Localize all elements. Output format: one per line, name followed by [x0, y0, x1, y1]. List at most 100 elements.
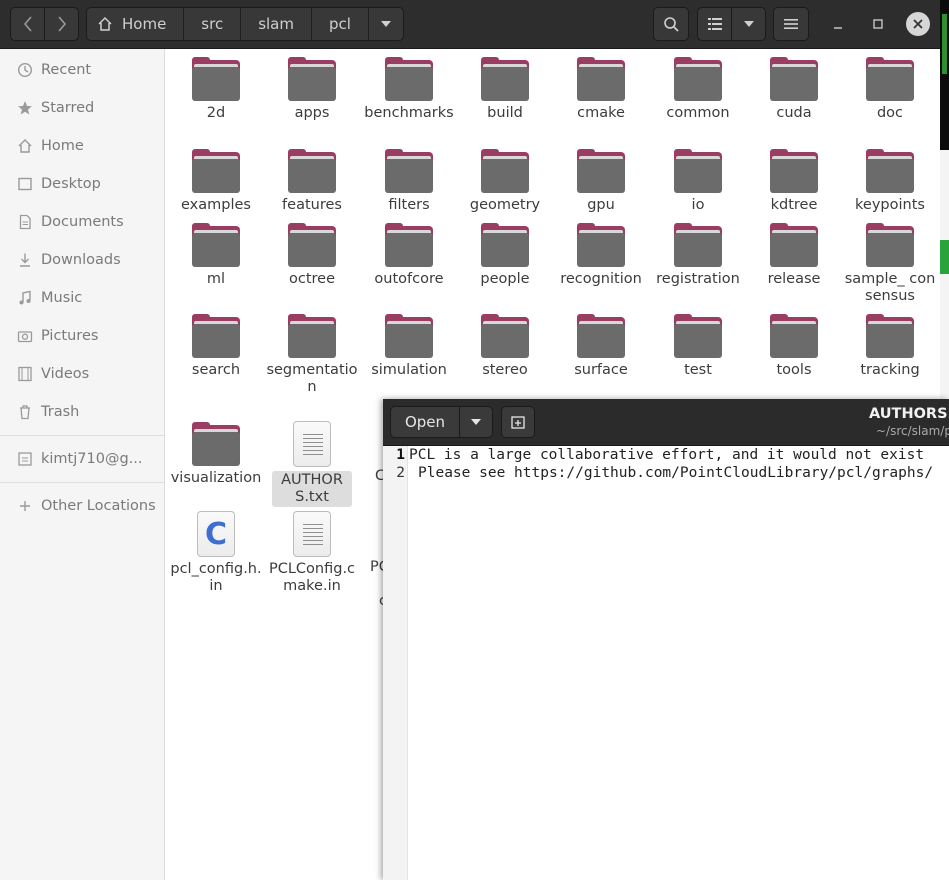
folder-item[interactable]: segmentation [266, 314, 358, 396]
folder-item[interactable]: outofcore [364, 223, 454, 288]
folder-item[interactable]: filters [364, 149, 454, 214]
sidebar-item-other-locations[interactable]: Other Locations [0, 487, 164, 525]
folder-item[interactable]: doc [845, 57, 935, 122]
folder-item[interactable]: common [653, 57, 743, 122]
breadcrumb-pcl[interactable]: pcl [312, 8, 369, 40]
folder-icon [577, 223, 625, 267]
folder-item[interactable]: keypoints [845, 149, 935, 214]
folder-item[interactable]: benchmarks [364, 57, 454, 122]
document-path: ~/src/slam/p [876, 424, 949, 438]
close-button[interactable] [906, 12, 930, 36]
folder-item[interactable]: octree [267, 223, 357, 288]
view-options-button[interactable] [731, 7, 766, 41]
breadcrumb-menu-button[interactable] [369, 8, 403, 40]
folder-item[interactable]: tools [749, 314, 839, 379]
folder-item[interactable]: cuda [749, 57, 839, 122]
folder-item[interactable]: examples [171, 149, 261, 214]
sidebar-item-recent[interactable]: Recent [0, 51, 164, 89]
forward-button[interactable] [44, 7, 79, 41]
sidebar-item-home[interactable]: Home [0, 127, 164, 165]
item-label: io [691, 197, 705, 213]
folder-icon [192, 314, 240, 358]
folder-item[interactable]: people [460, 223, 550, 288]
caret-down-icon [380, 21, 391, 27]
breadcrumb-src[interactable]: src [184, 8, 242, 40]
minimize-button[interactable] [826, 12, 850, 36]
back-button[interactable] [10, 7, 45, 41]
folder-icon [385, 57, 433, 101]
folder-icon [288, 314, 336, 358]
sidebar-item-label: Documents [41, 214, 124, 230]
folder-item[interactable]: stereo [460, 314, 550, 379]
sidebar-item-documents[interactable]: Documents [0, 203, 164, 241]
code-line[interactable]: Please see https://github.com/PointCloud… [418, 465, 933, 481]
folder-item[interactable]: ml [171, 223, 261, 288]
maximize-button[interactable] [866, 12, 890, 36]
close-icon [913, 19, 923, 29]
item-label: kdtree [770, 197, 818, 213]
file-item-pcl-config[interactable]: C pcl_config.h.in [170, 511, 262, 595]
document-icon [16, 213, 34, 231]
line-number-gutter: 1 2 [383, 446, 408, 880]
sidebar-item-downloads[interactable]: Downloads [0, 241, 164, 279]
folder-icon [385, 314, 433, 358]
item-label: examples [181, 197, 251, 213]
breadcrumb-label: slam [258, 15, 294, 33]
open-recent-button[interactable] [460, 407, 492, 437]
film-icon [16, 365, 34, 383]
item-label: gpu [587, 197, 615, 213]
camera-icon [16, 327, 34, 345]
folder-item[interactable]: kdtree [749, 149, 839, 214]
sidebar-item-trash[interactable]: Trash [0, 393, 164, 431]
folder-item[interactable]: surface [556, 314, 646, 379]
folder-item[interactable]: visualization [171, 422, 261, 487]
item-label: tracking [860, 362, 920, 378]
folder-icon [770, 314, 818, 358]
sidebar-item-music[interactable]: Music [0, 279, 164, 317]
folder-item[interactable]: io [653, 149, 743, 214]
list-view-button[interactable] [697, 7, 732, 41]
folder-icon [577, 314, 625, 358]
item-label: PCLConfig.cmake.in [268, 561, 356, 594]
folder-item[interactable]: simulation [364, 314, 454, 379]
folder-icon [288, 149, 336, 193]
folder-icon [866, 57, 914, 101]
sidebar-item-starred[interactable]: Starred [0, 89, 164, 127]
background-window-green [942, 14, 947, 74]
folder-item[interactable]: gpu [556, 149, 646, 214]
breadcrumb-home[interactable]: Home [87, 8, 185, 40]
file-item-authors[interactable]: AUTHORS.txt [267, 421, 357, 507]
folder-item[interactable]: search [171, 314, 261, 379]
folder-item[interactable]: release [749, 223, 839, 288]
file-item-pclconfig-cmake[interactable]: PCLConfig.cmake.in [267, 511, 357, 595]
folder-item[interactable]: registration [653, 223, 743, 288]
sidebar-item-label: Desktop [41, 176, 101, 192]
folder-item[interactable]: geometry [460, 149, 550, 214]
sidebar-item-desktop[interactable]: Desktop [0, 165, 164, 203]
folder-item[interactable]: features [267, 149, 357, 214]
hamburger-menu-button[interactable] [773, 7, 809, 41]
item-label: surface [574, 362, 628, 378]
folder-item[interactable]: tracking [845, 314, 935, 379]
chevron-right-icon [57, 16, 66, 32]
folder-item[interactable]: build [460, 57, 550, 122]
breadcrumb-slam[interactable]: slam [241, 8, 312, 40]
background-window-white [940, 150, 949, 400]
folder-item[interactable]: apps [267, 57, 357, 122]
new-document-button[interactable] [501, 406, 535, 438]
item-label: registration [656, 271, 740, 287]
open-button[interactable]: Open [391, 407, 460, 437]
sidebar-item-label: Pictures [41, 328, 99, 344]
sidebar-item-pictures[interactable]: Pictures [0, 317, 164, 355]
sidebar-item-account[interactable]: kimtj710@g... [0, 440, 164, 478]
sidebar-item-videos[interactable]: Videos [0, 355, 164, 393]
code-line[interactable]: PCL is a large collaborative effort, and… [409, 447, 924, 463]
folder-item[interactable]: cmake [556, 57, 646, 122]
folder-item[interactable]: test [653, 314, 743, 379]
folder-item[interactable]: recognition [556, 223, 646, 288]
search-button[interactable] [653, 7, 689, 41]
folder-item[interactable]: sample_ consensus [845, 223, 935, 305]
folder-item[interactable]: 2d [171, 57, 261, 122]
home-icon [16, 137, 34, 155]
sidebar-separator [0, 435, 164, 436]
